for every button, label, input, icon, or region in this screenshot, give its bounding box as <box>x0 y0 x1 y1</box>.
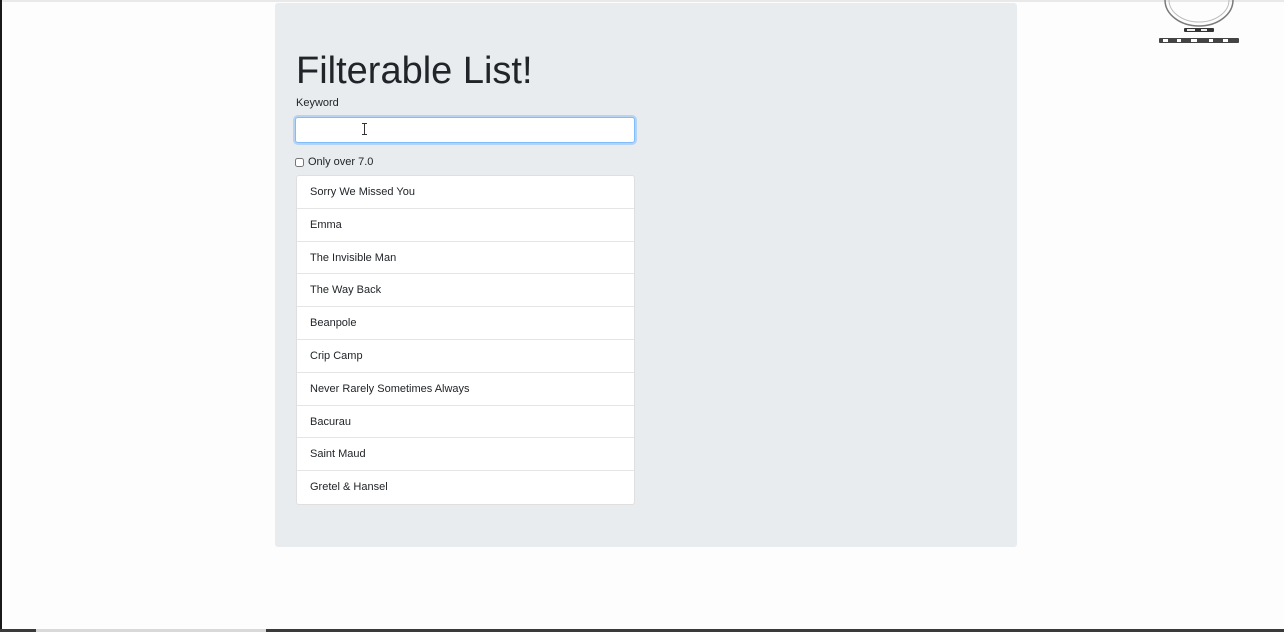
list-item: Bacurau <box>297 406 634 439</box>
list-item: Crip Camp <box>297 340 634 373</box>
list-item: Sorry We Missed You <box>297 176 634 209</box>
only-over-7-checkbox[interactable] <box>295 157 304 167</box>
list-item: The Invisible Man <box>297 242 634 275</box>
only-over-7-row: Only over 7.0 <box>295 155 373 169</box>
main-panel: Filterable List! Keyword Only over 7.0 S… <box>275 3 1017 547</box>
list-item: Saint Maud <box>297 438 634 472</box>
list-item: Beanpole <box>297 307 634 340</box>
list-item: Emma <box>297 209 634 242</box>
keyword-input[interactable] <box>295 117 635 143</box>
list-item: Gretel & Hansel <box>310 481 388 494</box>
list-item: The Way Back <box>297 274 634 308</box>
page-title: Filterable List! <box>296 50 533 92</box>
top-border <box>0 0 1284 2</box>
movie-list: Sorry We Missed You Emma The Invisible M… <box>296 175 635 505</box>
text-cursor-icon <box>362 123 367 135</box>
list-item: Never Rarely Sometimes Always <box>297 373 634 406</box>
watermark-logo <box>1159 0 1239 43</box>
left-window-edge <box>0 0 2 632</box>
keyword-label: Keyword <box>296 97 339 109</box>
only-over-7-label: Only over 7.0 <box>308 156 374 168</box>
